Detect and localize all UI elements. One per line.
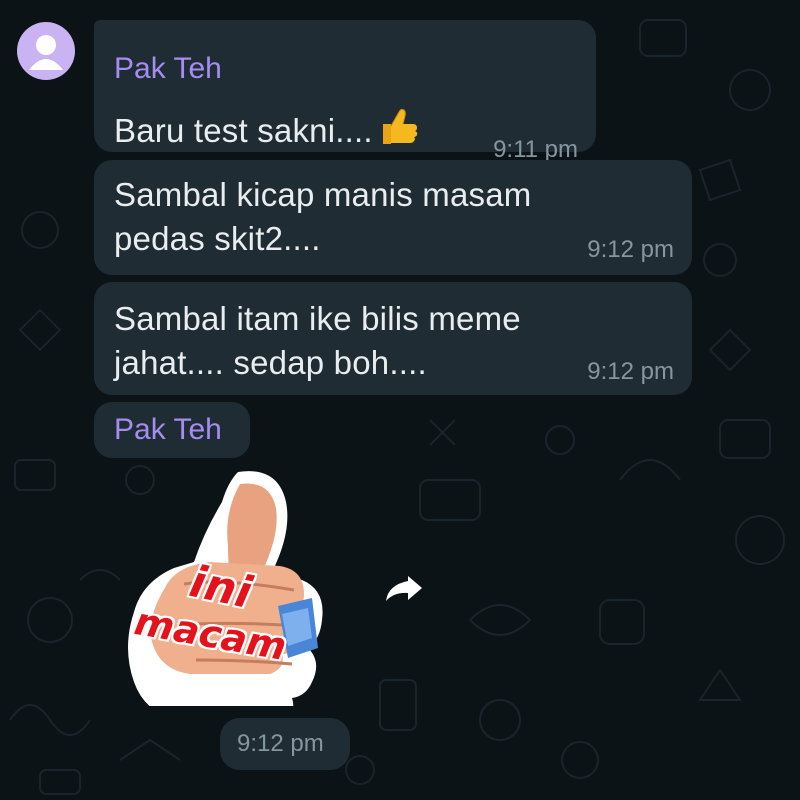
message-line: Baru test sakni.... — [114, 112, 373, 149]
message-line: Sambal kicap manis masam — [114, 176, 532, 213]
sticker-timestamp-pill: 9:12 pm — [220, 718, 350, 770]
message-timestamp: 9:12 pm — [587, 236, 674, 263]
person-silhouette-icon — [29, 35, 63, 70]
message-text: Baru test sakni.... — [114, 104, 419, 159]
sender-name[interactable]: Pak Teh — [114, 52, 222, 86]
thumbs-up-emoji-icon — [375, 104, 419, 159]
sticker-thumbs-up[interactable]: ini macam — [126, 468, 332, 724]
sender-label-bubble[interactable]: Pak Teh — [94, 402, 250, 458]
message-text: Sambal itam ike bilis meme jahat.... sed… — [114, 297, 521, 385]
thumbs-up-sticker-image — [128, 471, 323, 724]
message-bubble[interactable]: Sambal itam ike bilis meme jahat.... sed… — [94, 282, 692, 395]
message-timestamp: 9:12 pm — [587, 358, 674, 385]
message-bubble[interactable]: Pak Teh Baru test sakni.... 9:11 pm — [94, 20, 596, 163]
forward-button[interactable] — [382, 570, 426, 606]
message-timestamp: 9:12 pm — [237, 730, 324, 757]
message-line: jahat.... sedap boh.... — [114, 344, 427, 381]
message-text: Sambal kicap manis masam pedas skit2.... — [114, 173, 531, 261]
message-line: pedas skit2.... — [114, 220, 321, 257]
message-line: Sambal itam ike bilis meme — [114, 300, 521, 337]
message-bubble[interactable]: Sambal kicap manis masam pedas skit2....… — [94, 160, 692, 275]
avatar[interactable] — [17, 22, 75, 80]
sender-name[interactable]: Pak Teh — [114, 413, 222, 447]
forward-share-icon — [386, 576, 422, 601]
